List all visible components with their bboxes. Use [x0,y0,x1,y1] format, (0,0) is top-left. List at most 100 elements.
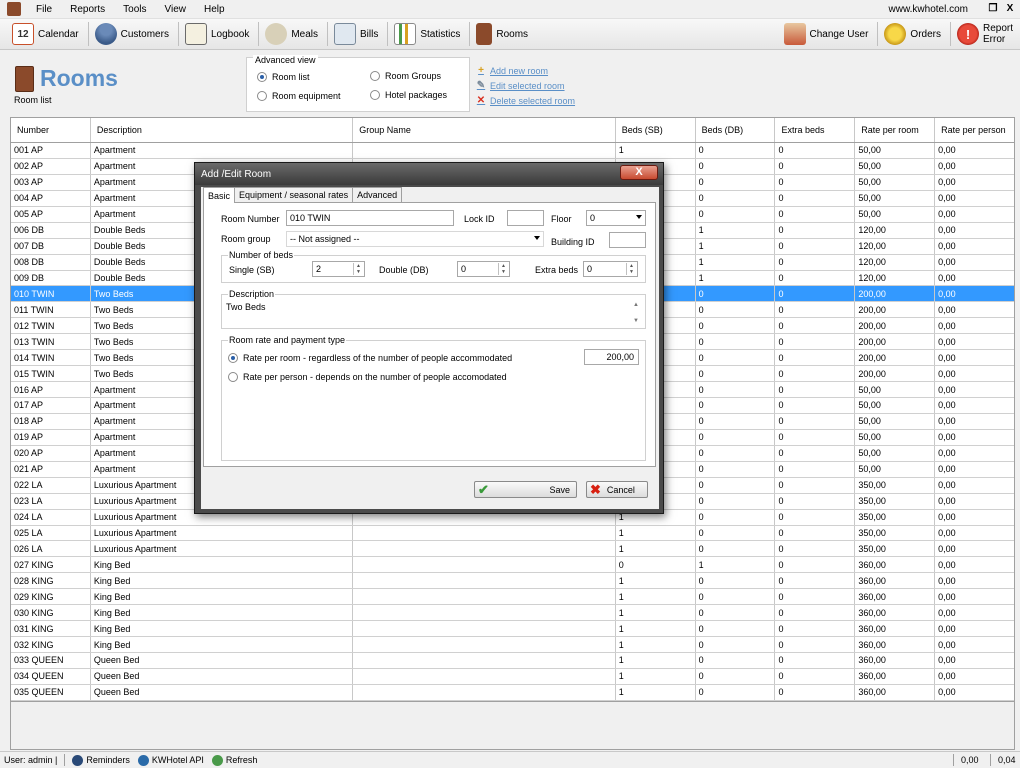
page-title: Rooms [40,65,118,91]
room-number-input[interactable]: 010 TWIN [286,210,454,226]
rate-per-room-input[interactable]: 200,00 [584,349,639,365]
spin-arrows-icon[interactable]: ▲ ▼ [626,263,636,275]
menu-reports[interactable]: Reports [61,4,114,15]
statistics-button[interactable]: Statistics [390,20,464,48]
single-beds-stepper[interactable]: 2 ▲ ▼ [312,261,365,277]
column-header-extra-beds[interactable]: Extra beds [775,118,856,142]
table-row[interactable]: 028 KING King Bed 1 0 0 360,00 0,00 [11,573,1014,590]
refresh-button[interactable]: Refresh [208,754,262,766]
table-row[interactable]: 027 KING King Bed 0 1 0 360,00 0,00 [11,557,1014,574]
cell-beds-db: 0 [696,302,776,318]
double-beds-stepper[interactable]: 0 ▲ ▼ [457,261,510,277]
cell-number: 014 TWIN [11,350,91,366]
api-button[interactable]: KWHotel API [134,754,208,766]
description-textarea[interactable]: Two Beds [226,302,266,312]
table-row[interactable]: 035 QUEEN Queen Bed 1 0 0 360,00 0,00 [11,684,1014,701]
table-row[interactable]: 031 KING King Bed 1 0 0 360,00 0,00 [11,621,1014,638]
extra-beds-stepper[interactable]: 0 ▲ ▼ [583,261,638,277]
website-link[interactable]: www.kwhotel.com [889,4,968,15]
cancel-button[interactable]: ✖ Cancel [586,481,648,498]
meals-button[interactable]: Meals [261,20,322,48]
lock-id-input[interactable] [507,210,544,226]
cell-rate-person: 0,00 [938,161,956,172]
calendar-label: Calendar [38,28,79,40]
tab-equipment[interactable]: Equipment / seasonal rates [234,187,354,202]
table-row[interactable]: 025 LA Luxurious Apartment 1 0 0 350,00 0,00 [11,525,1014,542]
cell-extra-beds: 0 [775,222,856,238]
menu-view[interactable]: View [156,4,196,15]
cell-rate-room: 360,00 [855,637,936,652]
edit-room-dialog: Add /Edit Room X Basic Equipment / seaso… [194,162,664,514]
calendar-button[interactable]: 12 Calendar [8,20,83,48]
cell-number: 033 QUEEN [11,653,91,668]
room-group-select[interactable]: -- Not assigned -- [286,231,544,247]
add-room-link[interactable]: + Add new room [476,63,575,78]
table-row[interactable]: 032 KING King Bed 1 0 0 360,00 0,00 [11,637,1014,653]
room-rate-group: Room rate and payment type Rate per room… [221,335,646,461]
menu-tools[interactable]: Tools [114,4,155,15]
cell-beds-db: 0 [696,573,776,589]
room-groups-radio[interactable]: Room Groups [370,71,441,81]
room-actions: + Add new room ✎ Edit selected room ✕ De… [476,63,575,108]
tab-basic[interactable]: Basic [203,187,236,203]
cell-number: 008 DB [11,254,91,270]
report-error-button[interactable]: ! Report Error [953,20,1017,48]
cell-extra-beds: 0 [775,413,856,429]
cell-group [353,557,616,573]
hotel-packages-radio[interactable]: Hotel packages [370,90,447,100]
table-row[interactable]: 033 QUEEN Queen Bed 1 0 0 360,00 0,00 [11,653,1014,669]
delete-room-link[interactable]: ✕ Delete selected room [476,93,575,108]
bills-button[interactable]: Bills [330,20,382,48]
orders-button[interactable]: Orders [880,20,945,48]
table-row[interactable]: 001 AP Apartment 1 0 0 50,00 0,00 [11,143,1014,159]
table-row[interactable]: 034 QUEEN Queen Bed 1 0 0 360,00 0,00 [11,668,1014,685]
cell-group [353,653,616,668]
cell-number: 026 LA [11,541,91,557]
save-button[interactable]: ✔ Save [474,481,577,498]
change-user-button[interactable]: Change User [780,20,873,48]
menu-file[interactable]: File [27,4,61,15]
dialog-titlebar[interactable]: Add /Edit Room [195,163,663,185]
floor-select[interactable]: 0 [586,210,646,226]
cell-description: Queen Bed [91,653,354,668]
close-window-icon[interactable]: X [1003,3,1017,15]
restore-window-icon[interactable]: ❐ [986,3,1000,15]
building-id-input[interactable] [609,232,646,248]
edit-room-link[interactable]: ✎ Edit selected room [476,78,575,93]
double-beds-label: Double (DB) [379,265,429,275]
bills-label: Bills [360,28,379,40]
cell-extra-beds: 0 [775,366,856,382]
scroll-arrows-icon[interactable]: ▲ ▼ [631,301,641,325]
room-equipment-radio[interactable]: Room equipment [257,91,341,101]
column-header-rate-person[interactable]: Rate per person [935,118,1014,142]
spin-arrows-icon[interactable]: ▲ ▼ [498,263,508,275]
room-list-radio[interactable]: Room list [257,72,310,82]
rate-per-room-radio[interactable]: Rate per room - regardless of the number… [228,353,512,363]
cell-beds-sb: 1 [616,668,696,684]
customers-button[interactable]: Customers [91,20,173,48]
column-header-number[interactable]: Number [11,118,91,142]
table-row[interactable]: 029 KING King Bed 1 0 0 360,00 0,00 [11,589,1014,606]
column-header-rate-room[interactable]: Rate per room [855,118,936,142]
column-header-beds-db[interactable]: Beds (DB) [696,118,776,142]
reminders-button[interactable]: Reminders [68,754,134,766]
column-header-description[interactable]: Description [91,118,354,142]
description-title: Description [228,289,276,299]
column-header-beds-sb[interactable]: Beds (SB) [616,118,696,142]
cell-rate-person: 0,00 [938,591,956,602]
column-header-group[interactable]: Group Name [353,118,616,142]
logbook-button[interactable]: Logbook [181,20,253,48]
tab-advanced[interactable]: Advanced [352,187,403,202]
cell-beds-db: 0 [696,477,776,493]
advanced-view-title: Advanced view [253,55,318,65]
cell-number: 035 QUEEN [11,684,91,700]
table-row[interactable]: 026 LA Luxurious Apartment 1 0 0 350,00 0,00 [11,541,1014,558]
rate-per-person-radio[interactable]: Rate per person - depends on the number … [228,372,507,382]
dialog-close-icon[interactable]: X [620,165,658,180]
rooms-button[interactable]: Rooms [472,20,532,48]
spin-arrows-icon[interactable]: ▲ ▼ [353,263,363,275]
cell-rate-person: 0,00 [938,193,956,204]
menu-help[interactable]: Help [195,4,234,15]
table-row[interactable]: 030 KING King Bed 1 0 0 360,00 0,00 [11,605,1014,622]
cell-rate-person: 0,00 [938,304,956,315]
